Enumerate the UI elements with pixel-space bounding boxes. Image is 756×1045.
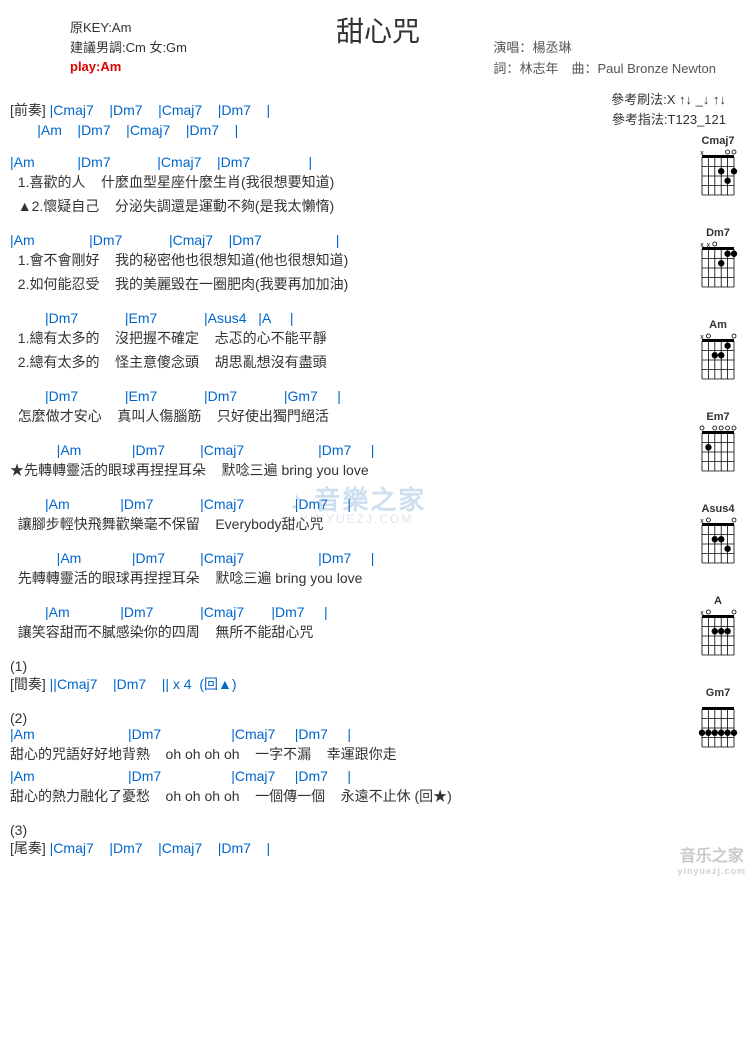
writer-line: 詞：林志年 曲：Paul Bronze Newton bbox=[493, 59, 716, 80]
outro-line: [尾奏] |Cmaj7 |Dm7 |Cmaj7 |Dm7 | bbox=[10, 838, 670, 858]
sheet-header: 原KEY:Am 建議男調:Cm 女:Gm play:Am 甜心咒 演唱：楊丞琳 … bbox=[10, 10, 746, 90]
intro-line1: [前奏] |Cmaj7 |Dm7 |Cmaj7 |Dm7 | bbox=[10, 100, 670, 120]
chorus-lyric2: 讓腳步輕快飛舞歡樂毫不保留 Everybody甜心咒 bbox=[10, 514, 670, 534]
pick-pattern: 參考指法:T123_121 bbox=[611, 110, 726, 130]
bridge-chords1: |Am |Dm7 |Cmaj7 |Dm7 | bbox=[10, 726, 670, 742]
bridge-section: (2) |Am |Dm7 |Cmaj7 |Dm7 | 甜心的咒語好好地背熟 oh… bbox=[10, 710, 670, 806]
bridge-lyric1: 甜心的咒語好好地背熟 oh oh oh oh 一字不漏 幸運跟你走 bbox=[10, 744, 670, 764]
chorus-chords2: |Am |Dm7 |Cmaj7 |Dm7 | bbox=[10, 496, 670, 512]
suggested-key: 建議男調:Cm 女:Gm bbox=[70, 38, 187, 58]
chord-diagram-dm7: Dm7 xx bbox=[688, 227, 748, 297]
chorus-lyric3: 先轉轉靈活的眼球再捏捏耳朵 默唸三遍 bring you love bbox=[10, 568, 670, 588]
chorus-block4: |Am |Dm7 |Cmaj7 |Dm7 | 讓笑容甜而不膩感染你的四周 無所不… bbox=[10, 604, 670, 642]
verse-block2: |Am |Dm7 |Cmaj7 |Dm7 | 1.會不會剛好 我的秘密他也很想知… bbox=[10, 232, 670, 294]
strum-pattern: 參考刷法:X ↑↓ _↓ ↑↓ bbox=[611, 90, 726, 110]
verse2-lyric2: 2.如何能忍受 我的美麗毀在一圈肥肉(我要再加加油) bbox=[10, 274, 670, 294]
bridge-lyric2: 甜心的熱力融化了憂愁 oh oh oh oh 一個傳一個 永遠不止休 (回★) bbox=[10, 786, 670, 806]
chorus-chords3: |Am |Dm7 |Cmaj7 |Dm7 | bbox=[10, 550, 670, 566]
bridge-chords2: |Am |Dm7 |Cmaj7 |Dm7 | bbox=[10, 768, 670, 784]
bottom-logo: 音乐之家 yinyuezj.com bbox=[677, 842, 746, 876]
svg-text:x: x bbox=[700, 518, 704, 525]
prechorus-lyric2: 怎麼做才安心 真叫人傷腦筋 只好使出獨門絕活 bbox=[10, 406, 670, 426]
chorus-block3: |Am |Dm7 |Cmaj7 |Dm7 | 先轉轉靈活的眼球再捏捏耳朵 默唸三… bbox=[10, 550, 670, 588]
svg-text:x: x bbox=[700, 610, 704, 617]
chord-diagram-label: Em7 bbox=[688, 411, 748, 423]
intro-section: [前奏] |Cmaj7 |Dm7 |Cmaj7 |Dm7 | |Am |Dm7 … bbox=[10, 100, 670, 138]
chorus-chords1: |Am |Dm7 |Cmaj7 |Dm7 | bbox=[10, 442, 670, 458]
svg-text:x: x bbox=[707, 242, 711, 249]
original-key: 原KEY:Am bbox=[70, 18, 187, 38]
outro-section: (3) [尾奏] |Cmaj7 |Dm7 |Cmaj7 |Dm7 | bbox=[10, 822, 670, 858]
key-info: 原KEY:Am 建議男調:Cm 女:Gm play:Am bbox=[70, 18, 187, 77]
prechorus-chords1: |Dm7 |Em7 |Asus4 |A | bbox=[10, 310, 670, 326]
chorus-block1: |Am |Dm7 |Cmaj7 |Dm7 | ★先轉轉靈活的眼球再捏捏耳朵 默唸… bbox=[10, 442, 670, 480]
song-title: 甜心咒 bbox=[336, 10, 420, 50]
play-key: play:Am bbox=[70, 57, 187, 77]
svg-text:x: x bbox=[700, 334, 704, 341]
verse-chords2: |Am |Dm7 |Cmaj7 |Dm7 | bbox=[10, 232, 670, 248]
chord-diagram-panel: Cmaj7xDm7xxAmxEm7Asus4xAxGm7 bbox=[688, 135, 748, 779]
chord-diagram-a: Ax bbox=[688, 595, 748, 665]
mark1: (1) bbox=[10, 658, 670, 674]
prechorus-block1: |Dm7 |Em7 |Asus4 |A | 1.總有太多的 沒把握不確定 忐忑的… bbox=[10, 310, 670, 372]
verse-chords1: |Am |Dm7 |Cmaj7 |Dm7 | bbox=[10, 154, 670, 170]
verse1-lyric2: 1.會不會剛好 我的秘密他也很想知道(他也很想知道) bbox=[10, 250, 670, 270]
chord-diagram-gm7: Gm7 bbox=[688, 687, 748, 757]
chord-diagram-label: Gm7 bbox=[688, 687, 748, 699]
chord-diagram-label: Am bbox=[688, 319, 748, 331]
chord-diagram-asus4: Asus4 x bbox=[688, 503, 748, 573]
interlude-section: (1) [間奏] ||Cmaj7 |Dm7 || x 4 (回▲) bbox=[10, 658, 670, 694]
svg-text:x: x bbox=[700, 242, 704, 249]
chord-diagram-am: Am x bbox=[688, 319, 748, 389]
mark3: (3) bbox=[10, 822, 670, 838]
intro-line2: |Am |Dm7 |Cmaj7 |Dm7 | bbox=[10, 122, 670, 138]
chord-diagram-label: Asus4 bbox=[688, 503, 748, 515]
chorus-block2: |Am |Dm7 |Cmaj7 |Dm7 | 讓腳步輕快飛舞歡樂毫不保留 Eve… bbox=[10, 496, 670, 534]
prechorus1-lyric1: 1.總有太多的 沒把握不確定 忐忑的心不能平靜 bbox=[10, 328, 670, 348]
chord-diagram-label: Cmaj7 bbox=[688, 135, 748, 147]
singer-line: 演唱：楊丞琳 bbox=[493, 38, 716, 59]
interlude-line: [間奏] ||Cmaj7 |Dm7 || x 4 (回▲) bbox=[10, 674, 670, 694]
chorus-chords4: |Am |Dm7 |Cmaj7 |Dm7 | bbox=[10, 604, 670, 620]
svg-text:x: x bbox=[700, 150, 704, 157]
chord-diagram-label: Dm7 bbox=[688, 227, 748, 239]
mark2: (2) bbox=[10, 710, 670, 726]
verse-block1: |Am |Dm7 |Cmaj7 |Dm7 | 1.喜歡的人 什麼血型星座什麼生肖… bbox=[10, 154, 670, 216]
prechorus-chords2: |Dm7 |Em7 |Dm7 |Gm7 | bbox=[10, 388, 670, 404]
chord-diagram-label: A bbox=[688, 595, 748, 607]
prechorus2-lyric1: 2.總有太多的 怪主意傻念頭 胡思亂想沒有盡頭 bbox=[10, 352, 670, 372]
credits: 演唱：楊丞琳 詞：林志年 曲：Paul Bronze Newton bbox=[493, 38, 716, 80]
prechorus-block2: |Dm7 |Em7 |Dm7 |Gm7 | 怎麼做才安心 真叫人傷腦筋 只好使出… bbox=[10, 388, 670, 426]
chorus-lyric4: 讓笑容甜而不膩感染你的四周 無所不能甜心咒 bbox=[10, 622, 670, 642]
play-patterns: 參考刷法:X ↑↓ _↓ ↑↓ 參考指法:T123_121 bbox=[611, 90, 726, 129]
chord-diagram-em7: Em7 bbox=[688, 411, 748, 481]
chord-sheet: [前奏] |Cmaj7 |Dm7 |Cmaj7 |Dm7 | |Am |Dm7 … bbox=[10, 100, 670, 858]
verse2-lyric1: ▲2.懷疑自己 分泌失調還是運動不夠(是我太懶惰) bbox=[10, 196, 670, 216]
chorus-lyric1: ★先轉轉靈活的眼球再捏捏耳朵 默唸三遍 bring you love bbox=[10, 460, 670, 480]
verse1-lyric1: 1.喜歡的人 什麼血型星座什麼生肖(我很想要知道) bbox=[10, 172, 670, 192]
chord-diagram-cmaj7: Cmaj7 x bbox=[688, 135, 748, 205]
